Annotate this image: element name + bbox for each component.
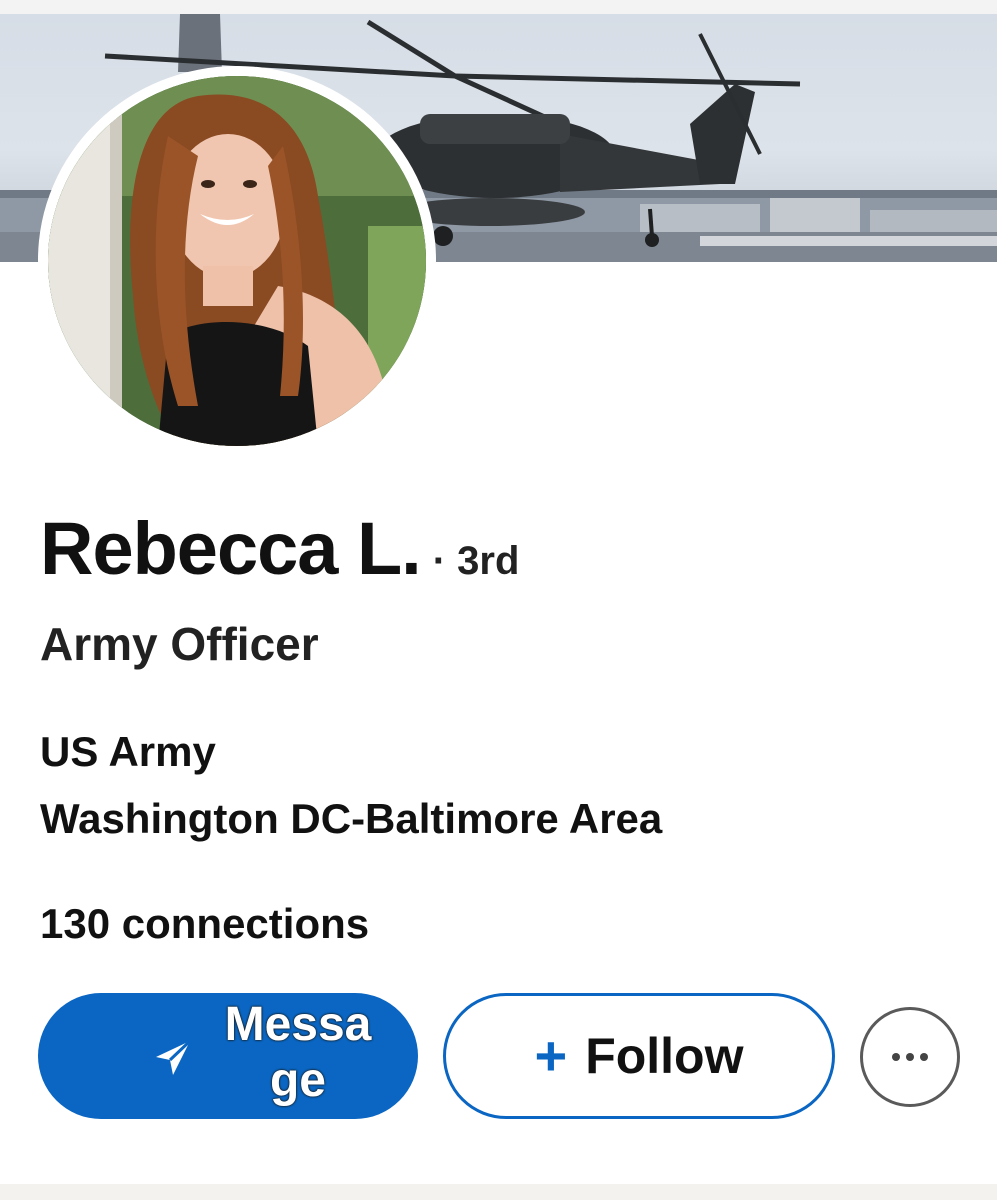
follow-button[interactable]: + Follow <box>443 993 835 1119</box>
more-horizontal-icon <box>892 1053 928 1061</box>
profile-page: Rebecca L. · 3rd Army Officer US Army Wa… <box>0 0 997 1200</box>
follow-button-label: Follow <box>585 1028 744 1084</box>
profile-location: Washington DC-Baltimore Area <box>40 795 663 842</box>
connections-count[interactable]: 130 connections <box>40 900 369 948</box>
more-button[interactable] <box>860 1007 960 1107</box>
plus-icon: + <box>534 1024 568 1087</box>
send-icon <box>156 1039 192 1075</box>
connection-degree: · 3rd <box>432 539 520 583</box>
section-divider <box>0 1184 997 1200</box>
message-button[interactable]: Message <box>38 993 418 1119</box>
profile-photo-illustration <box>48 76 426 446</box>
profile-headline: Army Officer <box>40 618 319 670</box>
avatar[interactable] <box>48 76 426 446</box>
name-row: Rebecca L. · 3rd <box>40 506 519 591</box>
profile-company[interactable]: US Army <box>40 728 216 776</box>
top-status-strip <box>0 0 997 14</box>
message-button-label: Message <box>224 998 372 1107</box>
profile-name: Rebecca L. <box>40 507 422 590</box>
